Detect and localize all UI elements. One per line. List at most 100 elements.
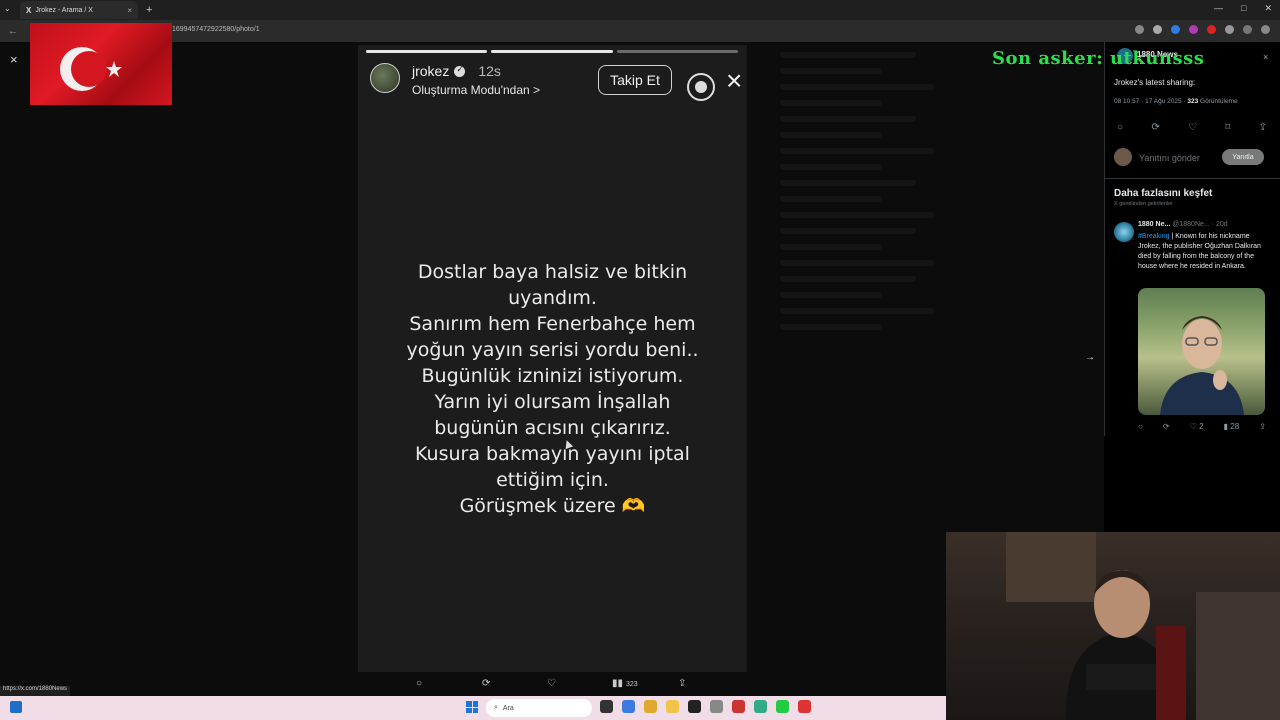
like-icon[interactable]: ♡ xyxy=(1188,122,1197,133)
reply-icon[interactable]: ○ xyxy=(1138,422,1143,431)
tweet-text: Jrokez's latest sharing: xyxy=(1114,78,1196,87)
divider xyxy=(1105,178,1280,179)
status-bar-url: https://x.com/1880News xyxy=(0,686,71,696)
tweet-view-count: 323 xyxy=(1187,98,1199,105)
views-button[interactable]: ▮▮ 323 xyxy=(612,678,638,689)
spotify-icon[interactable] xyxy=(776,700,789,713)
menu-dots-icon[interactable] xyxy=(1261,25,1270,34)
file-explorer-icon[interactable] xyxy=(666,700,679,713)
reply-button[interactable]: Yanıtla xyxy=(1222,149,1264,165)
story-close-button[interactable]: × xyxy=(726,67,742,95)
explore-subtitle: X genelinden getirilenler xyxy=(1114,201,1174,207)
profile-avatar[interactable] xyxy=(1243,25,1252,34)
views-count: 323 xyxy=(626,681,638,688)
share-icon[interactable]: ⇪ xyxy=(1259,122,1267,133)
reply-composer: Yanıtını gönder Yanıtla xyxy=(1114,146,1272,170)
views-button[interactable]: ▮ 28 xyxy=(1224,422,1240,431)
retweet-icon[interactable]: ⟳ xyxy=(482,678,490,689)
story-line: bugünün acısını çıkarırız. xyxy=(434,417,671,439)
app-icon[interactable] xyxy=(798,700,811,713)
reply-sidebar: 1880 News × Jrokez's latest sharing: 08 … xyxy=(1104,42,1280,436)
close-icon[interactable]: × xyxy=(1263,52,1268,62)
maximize-icon[interactable]: □ xyxy=(1241,3,1246,14)
tweet-meta: 08 10:57 · 17 Ağu 2025 · 323 Görüntüleme xyxy=(1114,98,1238,105)
extension-icon[interactable] xyxy=(1189,25,1198,34)
rec-tweet-photo[interactable] xyxy=(1138,288,1265,415)
views-count: 28 xyxy=(1230,422,1240,431)
share-icon[interactable]: ⇪ xyxy=(1259,422,1266,431)
extensions-puzzle-icon[interactable] xyxy=(1225,25,1234,34)
views-icon: ▮▮ xyxy=(612,678,624,689)
address-bar: ← 1699457472922580/photo/1 xyxy=(0,20,1280,42)
new-tab-button[interactable]: + xyxy=(146,4,152,16)
taskbar-search[interactable]: ⌕ Ara xyxy=(486,699,592,717)
window-controls: — □ ✕ xyxy=(1214,3,1272,14)
story-viewer: jrokez 12s Oluşturma Modu'ndan > Takip E… xyxy=(358,45,747,672)
tv-logo-icon xyxy=(687,73,715,101)
rec-tweet-actions: ○ ⟳ ♡ 2 ▮ 28 ⇪ xyxy=(1138,422,1266,431)
story-header: jrokez 12s Oluşturma Modu'ndan > Takip E… xyxy=(370,61,742,101)
extension-icon[interactable] xyxy=(1207,25,1216,34)
app-icon[interactable] xyxy=(732,700,745,713)
bookmark-icon[interactable]: ⌑ xyxy=(1225,122,1230,133)
reply-icon[interactable]: ○ xyxy=(1117,122,1123,133)
hashtag-link[interactable]: #Breaking xyxy=(1138,233,1170,240)
story-time: 12s xyxy=(478,63,501,79)
windows-taskbar: ⌕ Ara xyxy=(0,696,946,720)
avatar[interactable] xyxy=(370,63,400,93)
next-arrow-icon[interactable]: → xyxy=(1085,352,1095,363)
task-view-icon[interactable] xyxy=(600,700,613,713)
tweet-actions-bar: ○ ⟳ ♡ ▮▮ 323 ⇪ xyxy=(358,674,747,696)
taskbar-apps xyxy=(600,700,811,713)
follow-button[interactable]: Takip Et xyxy=(598,65,672,95)
story-line: ettiğim için. xyxy=(496,469,609,491)
app-icon[interactable] xyxy=(688,700,701,713)
retweet-icon[interactable]: ⟳ xyxy=(1163,422,1170,431)
retweet-icon[interactable]: ⟳ xyxy=(1151,122,1159,133)
tab-title: Jrokez - Arama / X xyxy=(35,6,93,14)
tab-close-button[interactable]: × xyxy=(127,6,132,15)
edge-icon[interactable] xyxy=(622,700,635,713)
minimize-icon[interactable]: — xyxy=(1214,3,1223,14)
share-icon[interactable]: ⇪ xyxy=(678,678,686,689)
story-line: Dostlar baya halsiz ve bitkin xyxy=(417,261,688,283)
dimmed-right-panel xyxy=(772,42,942,582)
rec-name: 1880 Ne... xyxy=(1138,221,1171,228)
username-text: jrokez xyxy=(412,63,450,79)
browser-tabbar: ⌄ X Jrokez - Arama / X × + — □ ✕ xyxy=(0,0,1280,20)
app-icon[interactable] xyxy=(754,700,767,713)
reply-input[interactable]: Yanıtını gönder xyxy=(1139,153,1200,163)
story-progress xyxy=(366,50,738,53)
sidebar-actions: ○ ⟳ ♡ ⌑ ⇪ xyxy=(1117,122,1267,133)
story-line: Kusura bakmayın yayını iptal xyxy=(415,443,690,465)
install-icon[interactable] xyxy=(1135,25,1144,34)
rec-tweet-body[interactable]: #Breaking | Known for his nickname Jroke… xyxy=(1138,232,1266,272)
tab-search-icon[interactable]: ⌄ xyxy=(4,4,11,13)
story-line: yoğun yayın serisi yordu beni.. xyxy=(406,339,699,361)
search-label: Ara xyxy=(502,704,514,712)
story-username[interactable]: jrokez 12s xyxy=(412,63,501,79)
avatar[interactable] xyxy=(1114,222,1134,242)
extension-icons xyxy=(1135,25,1270,34)
rec-tweet-header[interactable]: 1880 Ne... @1880Ne... · 20d xyxy=(1138,221,1228,228)
extension-icon[interactable] xyxy=(1171,25,1180,34)
webcam-feed xyxy=(946,532,1280,720)
browser-tab[interactable]: X Jrokez - Arama / X × xyxy=(20,1,138,19)
widgets-icon[interactable] xyxy=(10,701,22,713)
like-icon[interactable]: ♡ xyxy=(547,678,556,689)
windows-start-icon[interactable] xyxy=(466,701,478,713)
bookmark-star-icon[interactable] xyxy=(1153,25,1162,34)
story-line: uyandım. xyxy=(508,287,597,309)
app-icon[interactable] xyxy=(710,700,723,713)
chrome-icon[interactable] xyxy=(644,700,657,713)
close-viewer-button[interactable]: × xyxy=(10,52,18,67)
verified-icon xyxy=(454,64,466,77)
reply-icon[interactable]: ○ xyxy=(416,678,422,689)
avatar xyxy=(1114,148,1132,166)
url-field[interactable]: 1699457472922580/photo/1 xyxy=(172,26,260,33)
story-subtitle[interactable]: Oluşturma Modu'ndan > xyxy=(412,83,540,97)
story-line: Görüşmek üzere 🫶 xyxy=(459,495,646,517)
back-arrow-icon[interactable]: ← xyxy=(8,26,18,37)
like-button[interactable]: ♡ 2 xyxy=(1190,422,1204,431)
close-window-icon[interactable]: ✕ xyxy=(1264,3,1272,14)
